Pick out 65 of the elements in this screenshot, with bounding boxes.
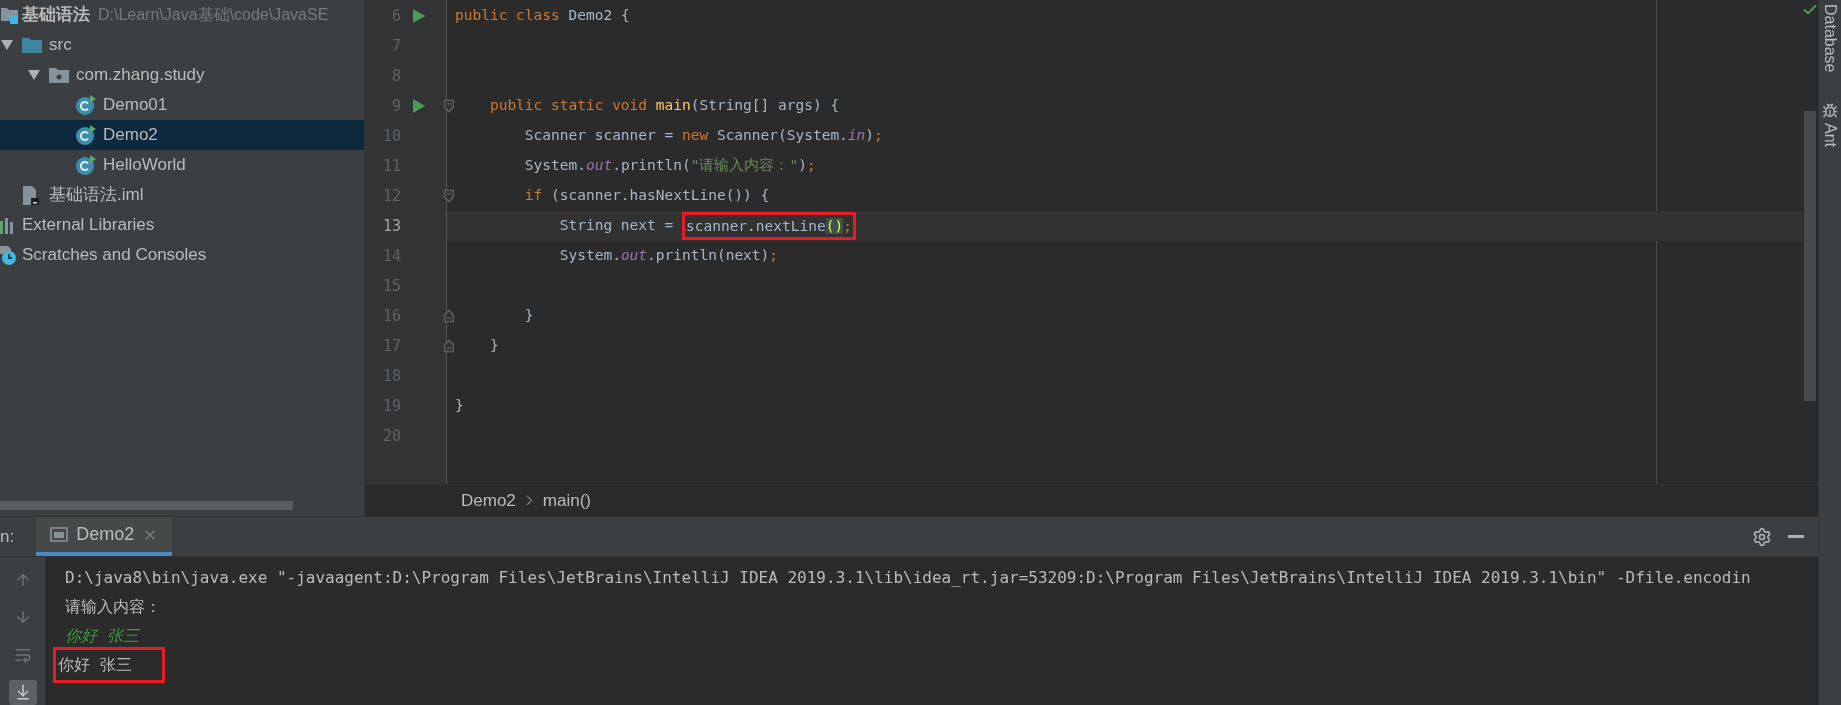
package-folder-icon xyxy=(48,66,70,84)
item-label: Scratches and Consoles xyxy=(22,244,207,267)
breadcrumb-item[interactable]: Demo2 xyxy=(461,487,516,514)
settings-icon[interactable] xyxy=(1752,526,1772,547)
tree-item[interactable]: 基础语法 D:\Learn\Java基础\code\JavaSE xyxy=(0,0,364,30)
file-icon xyxy=(21,184,41,206)
tree-item[interactable]: com.zhang.study xyxy=(0,60,364,90)
expand-arrow-icon[interactable] xyxy=(28,70,40,80)
scrollbar-thumb[interactable] xyxy=(0,501,293,510)
tree-item[interactable]: Demo2 xyxy=(0,120,364,150)
tree-item[interactable]: Scratches and Consoles xyxy=(0,240,364,270)
code-text: System.out.println("请输入内容："); xyxy=(523,156,816,176)
item-label: External Libraries xyxy=(22,214,155,237)
bug-icon xyxy=(1822,102,1838,119)
side-tool-button[interactable]: Ant xyxy=(1818,98,1841,173)
run-tab[interactable]: Demo2 xyxy=(36,517,173,556)
item-label: HelloWorld xyxy=(103,154,186,177)
side-tool-button[interactable]: Database xyxy=(1818,0,1841,99)
highlight-box: 你好 张三 xyxy=(53,646,165,683)
item-label: Demo2 xyxy=(103,124,158,147)
tool-window-label: n: xyxy=(0,525,15,548)
run-icon[interactable] xyxy=(413,99,425,113)
fold-marker-icon[interactable] xyxy=(444,337,454,355)
item-label: 基础语法 xyxy=(22,4,90,27)
chevron-icon xyxy=(525,495,533,506)
tree-item[interactable]: Demo01 xyxy=(0,90,364,120)
highlight-box: scanner.nextLine(); xyxy=(682,212,856,240)
breadcrumb-item[interactable]: main() xyxy=(542,487,591,514)
fold-marker-icon[interactable] xyxy=(444,307,454,325)
code-text: Scanner scanner = new Scanner(System.in); xyxy=(523,126,883,146)
fold-marker-icon[interactable] xyxy=(444,187,454,205)
fold-marker-icon[interactable] xyxy=(444,97,454,115)
code-text: System.out.println(next); xyxy=(558,246,779,266)
scroll-to-end-button[interactable] xyxy=(8,679,37,705)
expand-arrow-icon[interactable] xyxy=(1,40,13,50)
console-icon xyxy=(50,526,69,543)
run-icon[interactable] xyxy=(413,9,425,23)
code-text: } xyxy=(523,306,534,326)
class-icon xyxy=(75,124,97,146)
class-icon xyxy=(75,94,97,116)
item-label: com.zhang.study xyxy=(76,64,205,87)
tree-item[interactable]: External Libraries xyxy=(0,210,364,240)
code-text: public static void main(String[] args) { xyxy=(488,96,840,116)
module-folder-icon xyxy=(0,5,20,25)
console-line: D:\java8\bin\java.exe "-javaagent:D:\Program Files\JetBrains\IntelliJ IDEA 2019.3.1\lib\idea_rt.jar=53209:D:\Program Files\JetBrains\IntelliJ IDEA 2019.3.1\bin" -Dfile.encodin xyxy=(65,566,1751,589)
tree-item[interactable]: HelloWorld xyxy=(0,150,364,180)
console-line: 你好 张三 xyxy=(65,624,139,647)
scrollbar-thumb[interactable] xyxy=(1804,111,1816,401)
scratches-icon xyxy=(0,244,18,266)
code-text: } xyxy=(488,336,499,356)
code-text: } xyxy=(455,396,464,416)
folder-icon xyxy=(21,36,43,54)
libraries-icon xyxy=(0,215,16,235)
code-text: public class Demo2 { xyxy=(455,6,630,26)
code-text: String next = xyxy=(558,216,675,236)
item-path: D:\Learn\Java基础\code\JavaSE xyxy=(98,5,329,25)
tree-item[interactable]: src xyxy=(0,30,364,60)
line-number: 13 xyxy=(381,215,401,237)
class-icon xyxy=(75,154,97,176)
item-label: src xyxy=(49,34,72,57)
console-line: 请输入内容： xyxy=(65,595,161,618)
tree-item[interactable]: 基础语法.iml xyxy=(0,180,364,210)
item-label: 基础语法.iml xyxy=(49,184,144,207)
code-text: if (scanner.hasNextLine()) { xyxy=(523,186,770,206)
item-label: Demo01 xyxy=(103,94,168,117)
